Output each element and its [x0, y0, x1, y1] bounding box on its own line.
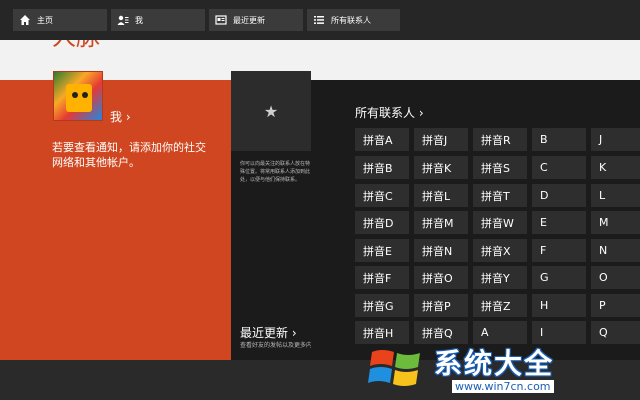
home-button[interactable]: 主页 [13, 9, 107, 31]
list-icon [313, 14, 325, 26]
contact-group-tile[interactable]: 拼音F [355, 266, 409, 289]
contact-group-tile[interactable]: 拼音R [473, 128, 527, 151]
all-contacts-button-label: 所有联系人 [331, 15, 371, 25]
contact-group-tile[interactable]: 拼音W [473, 211, 527, 234]
contact-group-tile[interactable]: H [532, 294, 586, 317]
recent-updates-link[interactable]: 最近更新 › [240, 324, 297, 341]
contact-group-tile[interactable]: 拼音O [414, 266, 468, 289]
favorites-hint: 你可以向最关注的联系人放在特殊位置。将常用联系人添加到此处，以便与他们保持联系。 [240, 161, 311, 183]
recent-updates-button[interactable]: 最近更新 [209, 9, 303, 31]
me-link[interactable]: 我 › [110, 108, 131, 125]
contact-group-tile[interactable]: 拼音B [355, 156, 409, 179]
contact-group-tile[interactable]: P [591, 294, 640, 317]
contact-group-tile[interactable]: 拼音X [473, 239, 527, 262]
me-icon [117, 14, 129, 26]
contact-group-tile[interactable]: F [532, 239, 586, 262]
windows-logo-icon [368, 350, 420, 386]
contact-group-tile[interactable]: N [591, 239, 640, 262]
contact-group-tile[interactable]: 拼音C [355, 184, 409, 207]
recent-updates-subtitle: 查看好友的发帖以及更多内容 [240, 342, 319, 349]
contact-group-tile[interactable]: 拼音K [414, 156, 468, 179]
contact-group-tile[interactable]: O [591, 266, 640, 289]
watermark: 系统大全 www.win7cn.com [360, 340, 640, 400]
contact-group-tile[interactable]: 拼音Y [473, 266, 527, 289]
home-icon [19, 14, 31, 26]
contact-group-tile[interactable]: J [591, 128, 640, 151]
contact-group-tile[interactable]: 拼音P [414, 294, 468, 317]
contact-group-tile[interactable]: 拼音J [414, 128, 468, 151]
me-button-label: 我 [135, 15, 143, 25]
contact-group-tile[interactable]: G [532, 266, 586, 289]
contact-group-tile[interactable]: 拼音L [414, 184, 468, 207]
contact-group-tile[interactable]: 拼音G [355, 294, 409, 317]
contact-group-tile[interactable]: B [532, 128, 586, 151]
page-title-text: 人脉 [52, 40, 100, 51]
contact-group-tile[interactable]: 拼音D [355, 211, 409, 234]
contact-group-tile[interactable]: M [591, 211, 640, 234]
contact-group-tile[interactable]: 拼音T [473, 184, 527, 207]
contact-group-tile[interactable]: D [532, 184, 586, 207]
contact-group-tile[interactable]: 拼音Z [473, 294, 527, 317]
contact-group-tile[interactable]: 拼音E [355, 239, 409, 262]
contact-group-tile[interactable]: 拼音A [355, 128, 409, 151]
recent-updates-button-label: 最近更新 [233, 15, 265, 25]
star-icon: ★ [263, 101, 279, 121]
home-button-label: 主页 [37, 15, 53, 25]
contact-group-tile[interactable]: 拼音M [414, 211, 468, 234]
me-link-label: 我 › [110, 110, 131, 124]
contact-group-tile[interactable]: E [532, 211, 586, 234]
avatar-eye-left [72, 92, 78, 98]
me-notice: 若要查看通知，请添加你的社交网络和其他帐户。 [52, 141, 206, 169]
app-bar: 主页 我 最近更新 所有联系人 [0, 0, 640, 40]
watermark-title: 系统大全 [434, 347, 555, 380]
avatar[interactable] [53, 71, 103, 121]
contact-group-tile[interactable]: K [591, 156, 640, 179]
watermark-url: www.win7cn.com [452, 380, 554, 393]
contact-group-tile[interactable]: 拼音S [473, 156, 527, 179]
page-title: 人脉 [52, 40, 100, 54]
contact-group-tile[interactable]: 拼音N [414, 239, 468, 262]
avatar-eye-right [82, 92, 88, 98]
all-contacts-button[interactable]: 所有联系人 [307, 9, 400, 31]
add-favorite-tile[interactable]: ★ [231, 71, 311, 151]
contact-group-tile[interactable]: L [591, 184, 640, 207]
avatar-face [66, 84, 92, 112]
all-contacts-title[interactable]: 所有联系人 › [355, 104, 424, 121]
updates-icon [215, 14, 227, 26]
contact-group-tile[interactable]: C [532, 156, 586, 179]
me-button[interactable]: 我 [111, 9, 205, 31]
